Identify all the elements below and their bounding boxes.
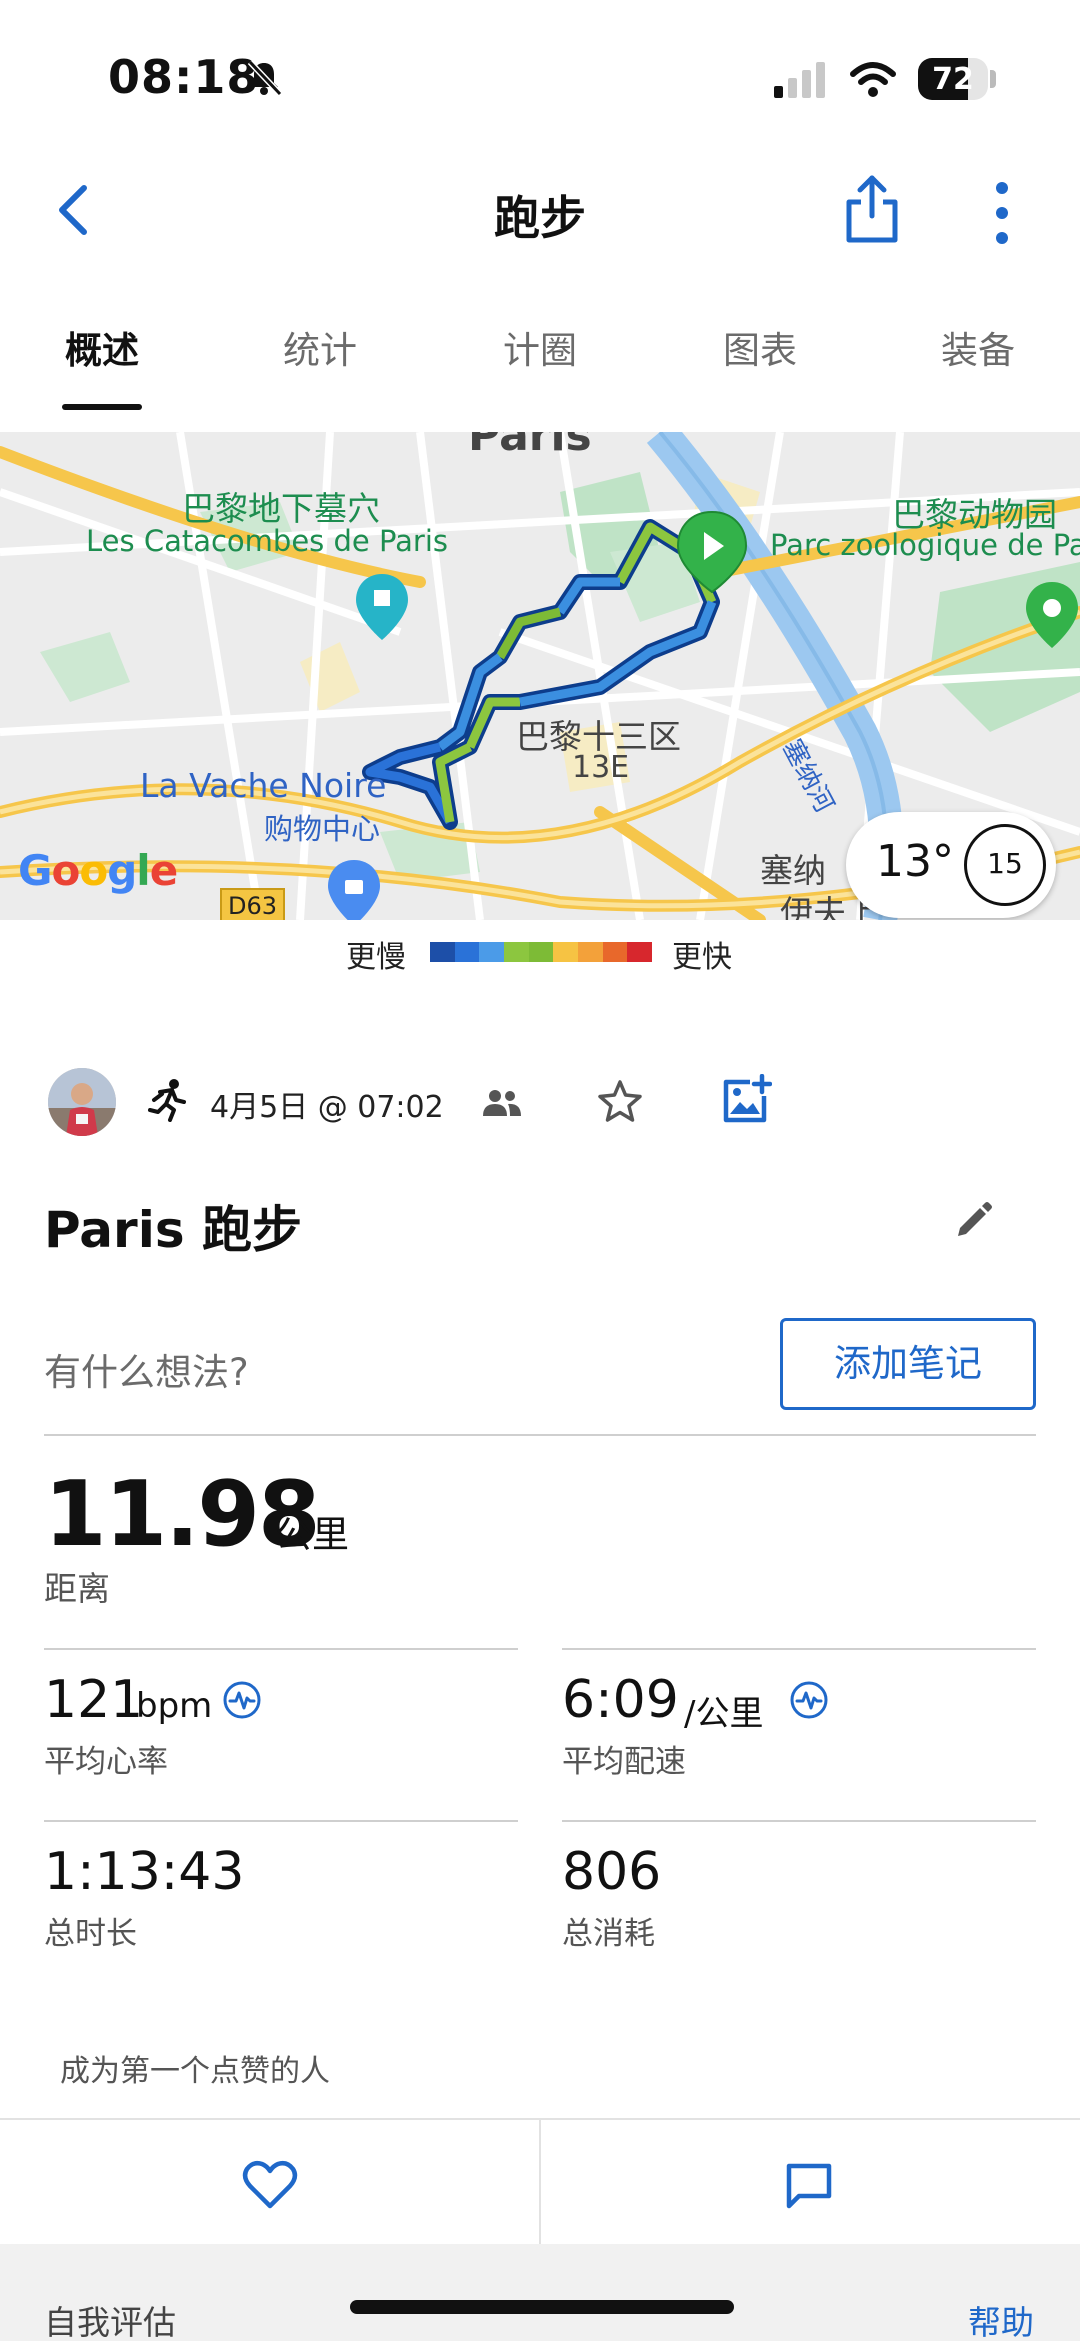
divider xyxy=(44,1434,1036,1436)
heart-rate-unit: bpm xyxy=(136,1686,213,1726)
wind-dial-icon: 15 xyxy=(964,824,1046,906)
divider xyxy=(44,1648,518,1650)
status-bar: 08:18 72 xyxy=(0,0,1080,150)
map-label-seine: 塞纳 xyxy=(760,851,826,890)
more-vertical-icon[interactable] xyxy=(990,180,1014,246)
pace-color-segment xyxy=(627,942,653,962)
calories-value: 806 xyxy=(562,1842,662,1902)
note-prompt[interactable]: 有什么想法? xyxy=(44,1342,249,1396)
status-time: 08:18 xyxy=(108,50,260,104)
tab-overview[interactable]: 概述 xyxy=(12,320,192,374)
tab-laps[interactable]: 计圈 xyxy=(450,320,630,374)
activity-meta-row: 4月5日 @ 07:02 xyxy=(0,1060,1080,1140)
duration-value: 1:13:43 xyxy=(44,1842,245,1902)
map-label-catacombs-cn: 巴黎地下墓穴 xyxy=(182,489,380,528)
pace-value: 6:09 xyxy=(562,1670,679,1730)
like-button[interactable] xyxy=(0,2120,539,2246)
pace-color-segment xyxy=(504,942,529,962)
road-badge: D63 xyxy=(220,888,286,920)
pace-info-icon[interactable] xyxy=(789,1680,829,1720)
divider xyxy=(562,1820,1036,1822)
pace-color-segment xyxy=(479,942,505,962)
map-label-catacombs-fr: Les Catacombes de Paris xyxy=(86,524,449,558)
weather-temperature: 13° xyxy=(876,836,954,887)
home-indicator xyxy=(350,2300,734,2314)
star-icon[interactable] xyxy=(596,1078,644,1126)
distance-label: 距离 xyxy=(44,1569,110,1608)
pace-color-segment xyxy=(553,942,579,962)
map-label-mall-cn: 购物中心 xyxy=(264,812,381,846)
pace-color-segment xyxy=(578,942,603,962)
pace-fast-label: 更快 xyxy=(672,940,732,975)
calories-label: 总消耗 xyxy=(562,1916,655,1952)
tab-stats[interactable]: 统计 xyxy=(230,320,410,374)
map-label-mall-fr: La Vache Noire xyxy=(140,766,387,805)
page-title: 跑步 xyxy=(494,191,586,245)
pace-label: 平均配速 xyxy=(562,1744,686,1780)
pace-color-segment xyxy=(528,942,554,962)
tab-active-indicator xyxy=(62,404,142,410)
people-icon[interactable] xyxy=(482,1088,522,1118)
map-label-zoo-fr: Parc zoologique de Paris xyxy=(770,528,1080,562)
add-note-button[interactable]: 添加笔记 xyxy=(780,1318,1036,1410)
heart-rate-value: 121 xyxy=(44,1670,144,1730)
pace-legend: 更慢 更快 xyxy=(0,930,1080,975)
activity-date: 4月5日 @ 07:02 xyxy=(210,1090,444,1125)
tab-charts[interactable]: 图表 xyxy=(670,320,850,374)
weather-widget: 13° 15 xyxy=(846,812,1056,918)
share-icon[interactable] xyxy=(843,174,901,244)
add-photo-icon[interactable] xyxy=(720,1074,772,1126)
likes-text: 成为第一个点赞的人 xyxy=(60,2054,330,2089)
divider xyxy=(562,1648,1036,1650)
pace-slow-label: 更慢 xyxy=(346,940,406,975)
map-label-paris: Paris xyxy=(468,432,592,461)
heart-rate-label: 平均心率 xyxy=(44,1744,168,1780)
signal-icon xyxy=(774,62,825,98)
heart-icon xyxy=(242,2160,298,2209)
google-logo: Google xyxy=(18,846,178,895)
pace-color-scale xyxy=(430,942,653,962)
pace-color-segment xyxy=(602,942,628,962)
route-map[interactable]: Paris 巴黎地下墓穴 Les Catacombes de Paris 巴黎动… xyxy=(0,432,1080,920)
duration-label: 总时长 xyxy=(44,1916,137,1952)
comment-button[interactable] xyxy=(541,2120,1080,2246)
self-evaluation-bar: 自我评估 帮助 xyxy=(0,2244,1080,2341)
tab-gear[interactable]: 装备 xyxy=(888,320,1068,374)
battery-icon: 72 xyxy=(918,58,988,100)
pace-color-segment xyxy=(430,942,455,962)
distance-unit: 公里 xyxy=(275,1513,349,1556)
pencil-icon[interactable] xyxy=(952,1198,996,1242)
heart-rate-info-icon[interactable] xyxy=(222,1680,262,1720)
pace-color-segment xyxy=(454,942,480,962)
activity-title: Paris 跑步 xyxy=(44,1201,303,1259)
pace-unit: /公里 xyxy=(684,1694,764,1734)
tab-bar: 概述 统计 计圈 图表 装备 xyxy=(0,300,1080,420)
help-link[interactable]: 帮助 xyxy=(968,2296,1034,2341)
map-label-district-code: 13E xyxy=(572,750,630,785)
bell-slash-icon xyxy=(247,59,283,97)
divider xyxy=(44,1820,518,1822)
comment-icon xyxy=(786,2163,832,2209)
battery-text: 72 xyxy=(932,62,974,97)
avatar[interactable] xyxy=(48,1068,116,1136)
wind-speed: 15 xyxy=(987,847,1023,880)
running-icon xyxy=(148,1079,186,1122)
wifi-icon xyxy=(850,62,896,97)
self-evaluation-label: 自我评估 xyxy=(44,2303,176,2341)
header: 跑步 xyxy=(0,160,1080,260)
battery-cap xyxy=(990,70,996,88)
social-actions xyxy=(0,2118,1080,2246)
